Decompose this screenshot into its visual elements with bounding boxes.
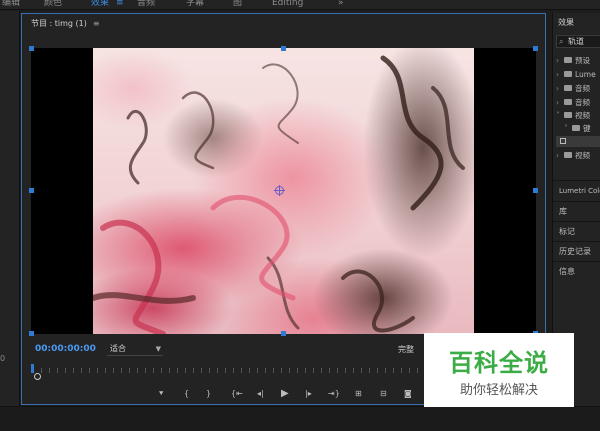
chevron-right-icon: ›	[556, 98, 559, 107]
source-panel-strip: 0	[0, 11, 20, 406]
panel-tab-markers[interactable]: 标记	[553, 221, 600, 241]
effects-panel-title: 效果	[558, 18, 574, 27]
chevron-down-icon: ▼	[155, 345, 161, 353]
playback-resolution-select[interactable]: 完整	[398, 344, 414, 355]
transform-handle[interactable]	[29, 188, 34, 193]
tab-editing[interactable]: Editing	[272, 0, 303, 9]
tab-effects[interactable]: 效果	[91, 0, 109, 9]
folder-icon	[564, 112, 572, 118]
tree-item-lumetri[interactable]: › Lume	[556, 69, 596, 80]
folder-icon	[564, 152, 572, 158]
tree-item-video-effects[interactable]: ˅ 视频	[556, 110, 590, 121]
workspace-tabs-bar: 编辑 颜色 效果 ≡ 音频 字幕 图 Editing »	[0, 0, 600, 10]
chevron-right-icon: ›	[556, 84, 559, 93]
source-timecode: 0	[0, 354, 6, 363]
effect-icon	[560, 138, 566, 144]
step-forward-icon[interactable]: |▸	[305, 388, 312, 400]
more-workspaces-icon[interactable]: »	[338, 0, 344, 9]
in-point-marker	[31, 364, 34, 373]
transform-handle[interactable]	[533, 188, 538, 193]
panel-tab-libraries[interactable]: 库	[553, 201, 600, 221]
watermark-title: 百科全说	[449, 349, 549, 377]
zoom-level-select[interactable]: 适合 ▼	[107, 343, 163, 356]
tree-item-label: 音频	[575, 98, 590, 107]
transform-handle[interactable]	[281, 46, 286, 51]
chevron-down-icon: ˅	[564, 124, 568, 133]
tree-item-selected-effect[interactable]	[556, 136, 600, 147]
tab-audio[interactable]: 音频	[137, 0, 155, 9]
chevron-right-icon: ›	[556, 151, 559, 160]
anchor-point-icon[interactable]	[274, 185, 285, 196]
search-icon: ⌕	[559, 37, 564, 46]
play-icon[interactable]: ▶	[281, 388, 289, 400]
extract-icon[interactable]: ⊟	[380, 388, 387, 400]
effects-search-value: 轨道	[568, 37, 584, 46]
watermark-subtitle: 助你轻松解决	[459, 383, 538, 398]
tree-item-label: 视频	[575, 111, 590, 120]
timeline-panel-edge	[0, 406, 600, 431]
tree-item-label: 键	[583, 124, 591, 133]
go-to-out-icon[interactable]: ⇥}	[328, 388, 340, 400]
tree-item-label: Lume	[575, 70, 596, 79]
go-to-in-icon[interactable]: {⇤	[231, 388, 243, 400]
tree-item-video-transitions[interactable]: › 视频	[556, 150, 590, 161]
program-monitor-title-text: 节目 : timg (1)	[31, 19, 87, 28]
tree-item-label: 视频	[575, 151, 590, 160]
tab-captions[interactable]: 字幕	[186, 0, 204, 9]
folder-icon	[572, 125, 580, 131]
step-back-icon[interactable]: ◂|	[257, 388, 264, 400]
lift-icon[interactable]: ⊞	[355, 388, 362, 400]
effects-search-input[interactable]: ⌕ 轨道	[556, 35, 600, 48]
tab-graphics[interactable]: 图	[233, 0, 242, 9]
tree-item-label: 音频	[575, 84, 590, 93]
transform-handle[interactable]	[533, 46, 538, 51]
mark-in-icon[interactable]: {	[184, 388, 189, 400]
tree-item-audio-effects[interactable]: › 音频	[556, 83, 590, 94]
video-canvas[interactable]	[29, 46, 538, 336]
folder-icon	[564, 99, 572, 105]
transform-handle[interactable]	[29, 331, 34, 336]
chevron-down-icon: ˅	[556, 111, 560, 120]
playhead-handle[interactable]	[34, 373, 41, 380]
export-frame-icon[interactable]: ◙	[404, 388, 412, 400]
tab-effects-menu-icon[interactable]: ≡	[116, 0, 124, 9]
chevron-right-icon: ›	[556, 56, 559, 65]
program-monitor-title: 节目 : timg (1) ≡	[31, 18, 100, 29]
transform-handle[interactable]	[29, 46, 34, 51]
folder-icon	[564, 57, 572, 63]
app-window: 编辑 颜色 效果 ≡ 音频 字幕 图 Editing » 0 节目 : timg…	[0, 0, 600, 431]
folder-icon	[564, 85, 572, 91]
zoom-level-value: 适合	[110, 344, 126, 353]
watermark-logo: 百科全说 助你轻松解决	[424, 333, 574, 407]
panel-tab-lumetri-color[interactable]: Lumetri Colo	[553, 180, 600, 200]
tree-item-presets[interactable]: › 预设	[556, 55, 590, 66]
tree-item-audio-transitions[interactable]: › 音频	[556, 97, 590, 108]
panel-menu-icon[interactable]: ≡	[93, 19, 100, 28]
tree-item-keying[interactable]: ˅ 键	[564, 123, 591, 134]
mark-out-icon[interactable]: }	[206, 388, 211, 400]
tab-color[interactable]: 颜色	[44, 0, 62, 9]
folder-icon	[564, 71, 572, 77]
tree-item-label: 预设	[575, 56, 590, 65]
transform-handle[interactable]	[281, 331, 286, 336]
playhead-timecode[interactable]: 00:00:00:00	[35, 344, 96, 354]
chevron-right-icon: ›	[556, 70, 559, 79]
panel-tab-info[interactable]: 信息	[553, 261, 600, 281]
panel-tab-history[interactable]: 历史记录	[553, 241, 600, 261]
tab-edit[interactable]: 编辑	[2, 0, 20, 9]
add-marker-icon[interactable]: ⯆	[158, 388, 164, 400]
